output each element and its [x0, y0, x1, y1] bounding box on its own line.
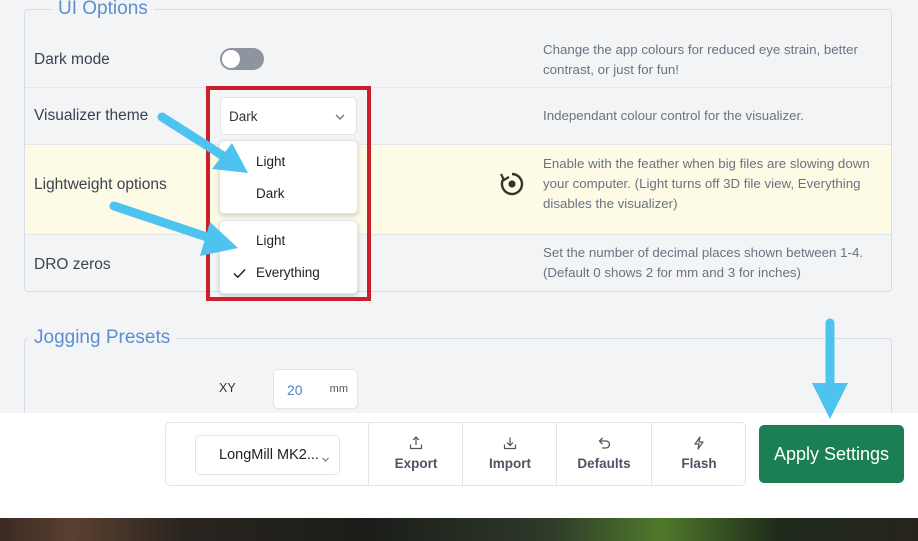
import-button[interactable]: Import — [462, 423, 557, 485]
export-button[interactable]: Export — [368, 423, 463, 485]
dark-mode-toggle[interactable] — [220, 48, 264, 70]
import-label: Import — [489, 456, 531, 471]
visualizer-theme-row: Visualizer theme Dark Independant colour… — [25, 88, 891, 145]
dro-zeros-description: Set the number of decimal places shown b… — [543, 245, 864, 280]
dro-zeros-label: DRO zeros — [34, 256, 111, 273]
dark-mode-description: Change the app colours for reduced eye s… — [543, 42, 858, 77]
xy-jog-unit: mm — [329, 383, 348, 395]
lightweight-options-row: Lightweight options Enable with the feat… — [25, 145, 891, 235]
xy-jog-value: 20 — [287, 382, 303, 398]
export-label: Export — [394, 456, 438, 471]
jogging-presets-legend: Jogging Presets — [28, 327, 177, 349]
lightweight-options-description: Enable with the feather when big files a… — [543, 156, 870, 211]
dark-mode-label: Dark mode — [34, 51, 110, 68]
defaults-button[interactable]: Defaults — [556, 423, 651, 485]
machine-profile-value: LongMill MK2... — [219, 447, 319, 463]
apply-settings-button[interactable]: Apply Settings — [759, 425, 904, 483]
xy-label: XY — [219, 381, 236, 395]
toggle-knob — [222, 50, 240, 68]
bottom-action-bar: LongMill MK2... Export Import Defaults F… — [0, 413, 918, 518]
ui-options-section: UI Options Dark mode Change the app colo… — [24, 0, 892, 293]
lightweight-options-label: Lightweight options — [34, 176, 167, 193]
visualizer-theme-description: Independant colour control for the visua… — [543, 108, 804, 123]
dro-zeros-row: DRO zeros Set the number of decimal plac… — [25, 235, 891, 293]
chevron-down-icon — [321, 451, 330, 469]
defaults-label: Defaults — [577, 456, 631, 471]
xy-jog-input[interactable]: 20 mm — [273, 369, 358, 409]
export-icon — [409, 436, 423, 455]
flash-label: Flash — [681, 456, 717, 471]
feather-reset-icon[interactable] — [499, 171, 525, 202]
background-photo-strip — [0, 518, 918, 541]
lightning-icon — [692, 436, 706, 455]
undo-icon — [597, 436, 611, 455]
visualizer-theme-label: Visualizer theme — [34, 107, 149, 124]
settings-toolbar: LongMill MK2... Export Import Defaults F… — [165, 422, 746, 486]
ui-options-legend: UI Options — [52, 0, 154, 20]
import-icon — [503, 436, 517, 455]
annotation-highlight-box — [206, 86, 371, 301]
dark-mode-row: Dark mode Change the app colours for red… — [25, 34, 891, 88]
machine-profile-select[interactable]: LongMill MK2... — [195, 435, 340, 475]
flash-button[interactable]: Flash — [651, 423, 746, 485]
